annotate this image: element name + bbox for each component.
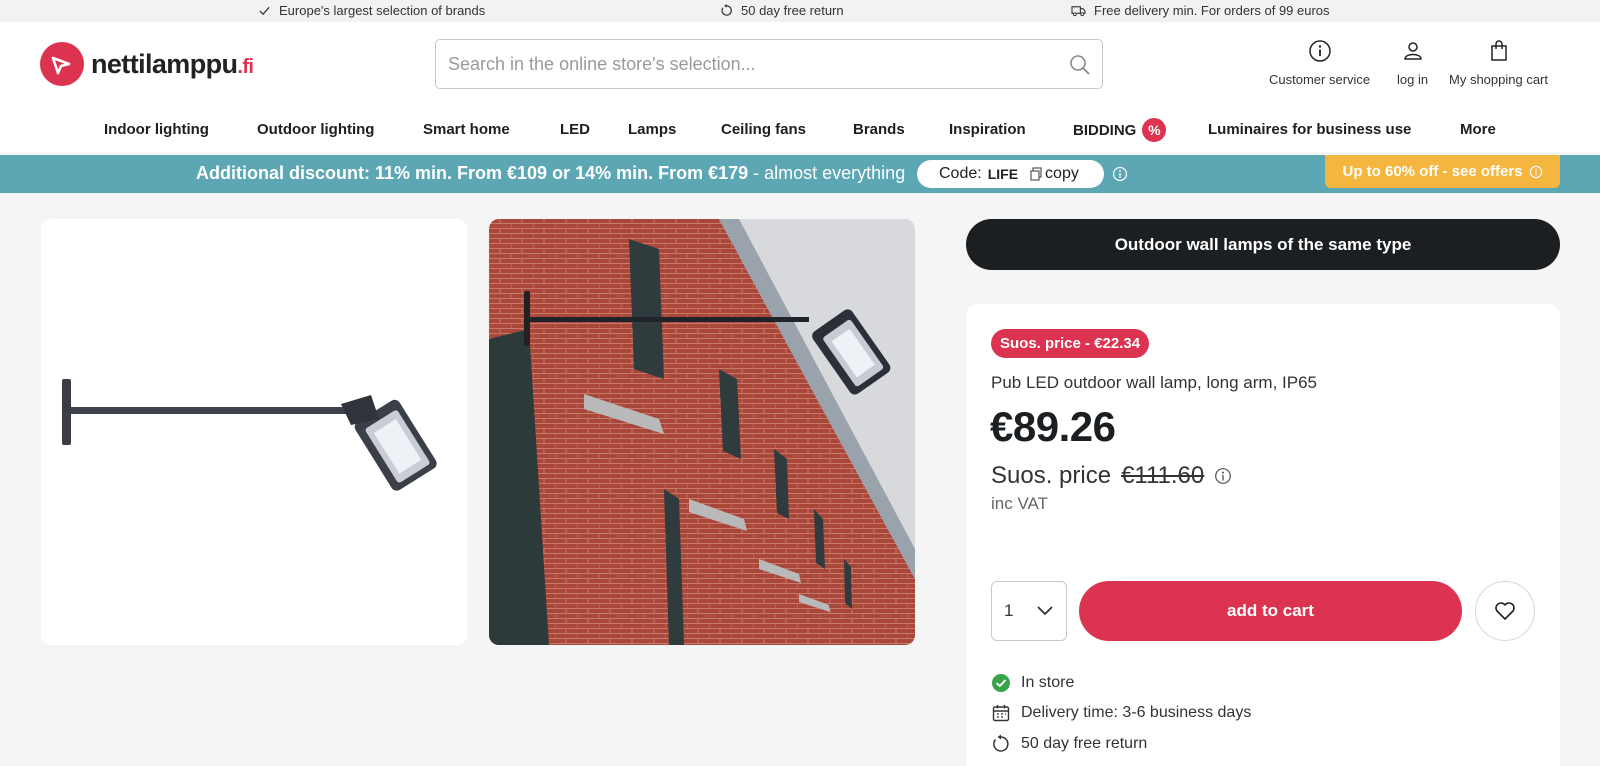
quantity-value: 1	[1004, 601, 1014, 620]
logo-text: nettilamppu.fi	[91, 48, 254, 79]
logo-mark-icon	[40, 42, 84, 86]
nav-item-business-luminaires[interactable]: Luminaires for business use	[1208, 121, 1411, 138]
return-icon	[721, 4, 732, 16]
promo-info-icon[interactable]	[1112, 166, 1128, 182]
code-label: Code:	[939, 165, 982, 182]
usp-return: 50 day free return	[720, 3, 844, 18]
discount-code-pill[interactable]: Code: LIFE copy	[917, 160, 1104, 188]
heart-icon	[1495, 602, 1515, 620]
nav-item-ceiling-fans[interactable]: Ceiling fans	[721, 121, 806, 138]
search-icon[interactable]	[1068, 53, 1092, 77]
usp-delivery-text: Free delivery min. For orders of 99 euro…	[1094, 3, 1330, 18]
nav-item-led[interactable]: LED	[560, 121, 590, 138]
search-input[interactable]	[448, 40, 1048, 88]
nav-item-more[interactable]: More	[1460, 121, 1496, 138]
delivery-text: Delivery time: 3-6 business days	[1021, 704, 1252, 721]
wall-lamp-image	[62, 379, 437, 491]
site-logo[interactable]: nettilamppu.fi	[40, 42, 254, 86]
same-type-button[interactable]: Outdoor wall lamps of the same type	[966, 219, 1560, 270]
rrp-info-icon[interactable]	[1214, 467, 1232, 485]
brick-building-image	[489, 219, 915, 645]
nav-item-smart-home[interactable]: Smart home	[423, 121, 510, 138]
copy-label: copy	[1045, 165, 1079, 182]
calendar-icon	[992, 705, 1010, 722]
check-circle-icon	[992, 674, 1010, 692]
nav-item-brands[interactable]: Brands	[853, 121, 905, 138]
chevron-down-icon	[1037, 606, 1053, 616]
info-icon	[1308, 40, 1331, 62]
stock-text: In store	[1021, 674, 1075, 691]
bag-icon	[1490, 40, 1507, 61]
copy-icon	[1030, 167, 1042, 181]
nav-item-bidding[interactable]: BIDDING%	[1073, 118, 1167, 142]
rrp-value: €111.60	[1121, 462, 1205, 489]
usp-delivery: Free delivery min. For orders of 99 euro…	[1071, 3, 1330, 18]
usp-return-text: 50 day free return	[741, 3, 844, 18]
customer-service-label: Customer service	[1269, 72, 1371, 87]
promo-bar: Additional discount: 11% min. From €109 …	[0, 155, 1600, 193]
product-image-main[interactable]	[41, 219, 467, 645]
usp-bar: Europe's largest selection of brands 50 …	[0, 0, 1600, 22]
nav-item-lamps[interactable]: Lamps	[628, 121, 676, 138]
buy-box: Suos. price - €22.34 Pub LED outdoor wal…	[966, 304, 1560, 766]
offers-info-icon	[1529, 165, 1542, 178]
vat-note: inc VAT	[991, 494, 1048, 513]
login-label: log in	[1397, 72, 1429, 87]
check-icon	[259, 6, 270, 16]
return-policy: 50 day free return	[991, 734, 1147, 754]
customer-service-link[interactable]: Customer service	[1269, 39, 1370, 87]
add-to-cart-button[interactable]: add to cart	[1079, 581, 1462, 641]
sale-badge: Suos. price - €22.34	[991, 329, 1150, 358]
copy-code-button[interactable]: copy	[1030, 165, 1079, 183]
rrp-label: Suos. price	[991, 462, 1112, 489]
offers-label: Up to 60% off - see offers	[1342, 163, 1523, 180]
stock-status: In store	[991, 673, 1074, 693]
usp-brands: Europe's largest selection of brands	[258, 3, 485, 18]
nav-item-inspiration[interactable]: Inspiration	[949, 121, 1026, 138]
main-nav: Indoor lighting Outdoor lighting Smart h…	[0, 117, 1600, 147]
shopping-cart-label: My shopping cart	[1449, 72, 1548, 87]
nav-item-outdoor-lighting[interactable]: Outdoor lighting	[257, 121, 374, 138]
percent-icon: %	[1142, 118, 1167, 142]
quantity-select[interactable]: 1	[991, 581, 1067, 641]
truck-icon	[1071, 6, 1086, 17]
delivery-time: Delivery time: 3-6 business days	[991, 703, 1251, 723]
product-price: €89.26	[990, 403, 1116, 450]
product-title: Pub LED outdoor wall lamp, long arm, IP6…	[991, 373, 1318, 392]
promo-text: Additional discount: 11% min. From €109 …	[196, 163, 906, 183]
return-text: 50 day free return	[1021, 735, 1148, 752]
nav-item-indoor-lighting[interactable]: Indoor lighting	[104, 121, 209, 138]
site-header: nettilamppu.fi Customer service log in M…	[0, 22, 1600, 152]
usp-brands-text: Europe's largest selection of brands	[279, 3, 486, 18]
shopping-cart-link[interactable]: My shopping cart	[1449, 39, 1548, 87]
wishlist-button[interactable]	[1475, 581, 1535, 641]
return-icon	[993, 734, 1009, 752]
product-image-context[interactable]	[489, 219, 915, 645]
code-value: LIFE	[987, 166, 1019, 182]
search-box	[435, 39, 1103, 89]
user-icon	[1403, 42, 1422, 60]
offers-tab[interactable]: Up to 60% off - see offers	[1325, 155, 1560, 188]
rrp-row: Suos. price €111.60	[991, 462, 1232, 490]
login-link[interactable]: log in	[1397, 39, 1428, 87]
